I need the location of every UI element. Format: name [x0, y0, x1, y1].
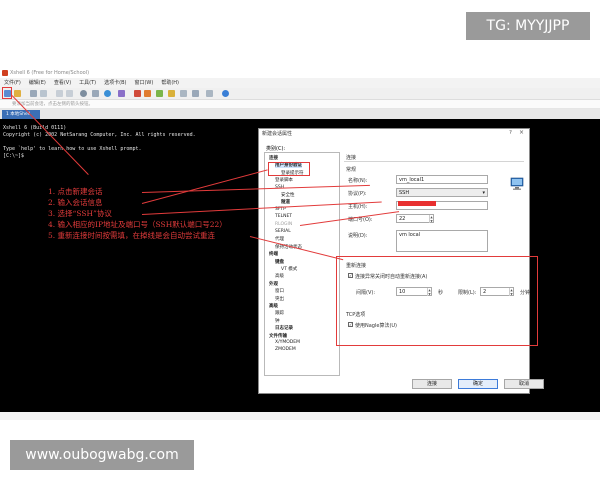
toolbar	[0, 88, 600, 100]
tree-item[interactable]: 日志记录	[275, 325, 293, 331]
tree-item[interactable]: 登录脚本	[275, 177, 293, 183]
tree-item[interactable]: 终端	[269, 251, 278, 257]
tree-item[interactable]: X/YMODEM	[275, 340, 300, 345]
tree-item[interactable]: 跟踪	[275, 310, 284, 316]
chevron-down-icon: ▾	[482, 190, 485, 196]
dialog-close-button[interactable]: ×	[519, 129, 524, 136]
protocol-select[interactable]: SSH ▾	[396, 188, 488, 197]
category-label: 类别(C):	[266, 146, 286, 152]
search-icon[interactable]	[80, 90, 87, 97]
section-general-label: 常规	[346, 167, 357, 173]
highlight-reconnect-section	[336, 256, 538, 346]
link-icon[interactable]	[30, 90, 37, 97]
tree-item[interactable]: SERIAL	[275, 229, 291, 234]
menu-item-0[interactable]: 文件(F)	[4, 80, 21, 86]
port-spinner[interactable]: ▲ ▼	[429, 215, 433, 223]
tree-item[interactable]: RLOGIN	[275, 222, 292, 227]
menu-bar: 文件(F) 编辑(E) 查看(V) 工具(T) 选项卡(B) 窗口(W) 帮助(H)	[0, 78, 600, 88]
xshell-logo-icon	[2, 70, 8, 76]
menu-item-4[interactable]: 选项卡(B)	[104, 80, 126, 86]
section-divider	[344, 161, 524, 162]
status-bar	[0, 412, 600, 420]
transfer-icon[interactable]	[134, 90, 141, 97]
tree-item[interactable]: 高级	[275, 273, 284, 279]
copy-icon[interactable]	[56, 90, 63, 97]
description-label: 说明(D):	[348, 233, 368, 239]
dialog-title: 新建会话属性	[262, 131, 293, 137]
tab-bar	[0, 109, 600, 119]
tree-item[interactable]: 键盘	[275, 259, 284, 265]
paste-icon[interactable]	[66, 90, 73, 97]
screenshot-stage: TG: MYYJJPP Xshell 6 (Free for Home/Scho…	[0, 0, 600, 480]
description-field[interactable]: vm local	[396, 230, 488, 252]
fullscreen-icon[interactable]	[180, 90, 187, 97]
tree-item[interactable]: TELNET	[275, 214, 292, 219]
tree-item[interactable]: 突出	[275, 296, 284, 302]
tree-item[interactable]: 安全性	[281, 192, 295, 198]
address-bar[interactable]: 要添加当前会话，点击左侧的箭头按钮。	[0, 100, 600, 109]
annotation-step-1: 1. 点击新建会话	[48, 187, 103, 196]
watermark-bottom: www.oubogwabg.com	[10, 440, 194, 470]
disconnect-icon[interactable]	[40, 90, 47, 97]
host-redaction	[398, 201, 436, 206]
menu-item-3[interactable]: 工具(T)	[79, 80, 96, 86]
print-icon[interactable]	[92, 90, 99, 97]
menu-item-1[interactable]: 编辑(E)	[29, 80, 46, 86]
pen-icon[interactable]	[192, 90, 199, 97]
menu-item-5[interactable]: 窗口(W)	[134, 80, 153, 86]
open-folder-icon[interactable]	[14, 90, 21, 97]
tree-item[interactable]: 窗口	[275, 288, 284, 294]
keyboard-icon[interactable]	[156, 90, 163, 97]
port-value: 22	[399, 216, 406, 222]
tree-item[interactable]: 外观	[269, 281, 278, 287]
menu-item-6[interactable]: 帮助(H)	[161, 80, 179, 86]
tree-item[interactable]: VT 模式	[281, 266, 297, 272]
section-connect-label: 连接	[346, 155, 357, 161]
annotation-step-5: 5. 重新连接时间按需填，在掉线是会自动尝试重连	[48, 231, 216, 240]
menu-item-2[interactable]: 查看(V)	[54, 80, 71, 86]
protocol-label: 协议(P):	[348, 191, 367, 197]
tree-item[interactable]: ZMODEM	[275, 347, 296, 352]
globe-icon[interactable]	[104, 90, 111, 97]
tree-item[interactable]: 钟	[275, 318, 280, 324]
tree-item[interactable]: 高级	[269, 303, 278, 309]
highlight-new-session	[2, 87, 12, 99]
dialog-help-button[interactable]: ?	[509, 130, 512, 136]
window-title: Xshell 6 (Free for Home/School)	[0, 68, 600, 78]
annotation-step-2: 2. 输入会话信息	[48, 198, 103, 207]
computer-icon	[510, 176, 524, 190]
annotation-step-4: 4. 输入相应的IP地址及端口号（SSH默认端口号22）	[48, 220, 227, 229]
annotation-step-3: 3. 选择“SSH”协议	[48, 209, 112, 218]
highlight-auth-item	[268, 162, 310, 176]
layout-icon[interactable]	[206, 90, 213, 97]
xftp-icon[interactable]	[144, 90, 151, 97]
lock-icon[interactable]	[168, 90, 175, 97]
tree-item[interactable]: 文件传输	[269, 333, 287, 339]
protocol-value: SSH	[399, 190, 410, 196]
spin-down-icon: ▼	[430, 219, 433, 223]
name-label: 名称(N):	[348, 178, 368, 184]
tree-item[interactable]: 隧道	[281, 199, 290, 205]
cancel-button[interactable]: 取消	[504, 379, 544, 389]
help-icon[interactable]	[222, 90, 229, 97]
watermark-top: TG: MYYJJPP	[466, 12, 590, 40]
tree-item[interactable]: 代理	[275, 236, 284, 242]
connect-button[interactable]: 连接	[412, 379, 452, 389]
ok-button[interactable]: 确定	[458, 379, 498, 389]
port-field[interactable]: 22 ▲ ▼	[396, 214, 434, 223]
font-icon[interactable]	[118, 90, 125, 97]
name-field[interactable]: vm_local1	[396, 175, 488, 184]
tree-item[interactable]: 连接	[269, 155, 278, 161]
